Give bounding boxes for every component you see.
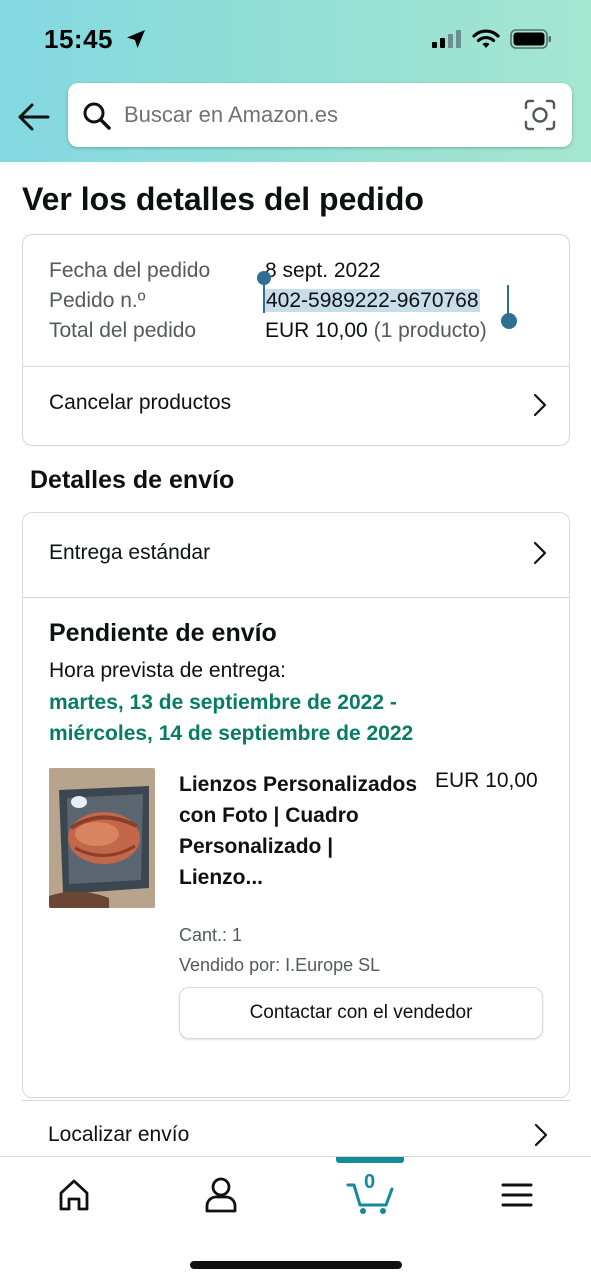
chevron-right-icon <box>533 541 547 565</box>
order-date-label: Fecha del pedido <box>49 259 211 282</box>
camera-icon[interactable] <box>524 99 556 131</box>
product-seller: Vendido por: I.Europe SL <box>179 955 381 975</box>
account-icon[interactable] <box>191 1173 251 1217</box>
order-date-value: 8 sept. 2022 <box>265 259 381 282</box>
search-bar[interactable] <box>68 83 572 147</box>
cancel-products-row[interactable]: Cancelar productos <box>23 367 569 445</box>
order-total-value: EUR 10,00 (1 producto) <box>265 319 487 343</box>
status-time: 15:45 <box>44 24 113 54</box>
shipment-status: Pendiente de envío <box>49 619 277 647</box>
back-arrow-icon[interactable] <box>14 100 54 134</box>
eta-dates: martes, 13 de septiembre de 2022 - miérc… <box>49 687 549 749</box>
order-number-label: Pedido n.º <box>49 289 146 312</box>
product-title-link[interactable]: Lienzos Personalizados con Foto | Cuadro… <box>179 769 419 893</box>
eta-label: Hora prevista de entrega: <box>49 659 286 682</box>
selection-start-caret <box>263 279 265 313</box>
search-icon <box>83 102 111 130</box>
shipping-card: Entrega estándar Pendiente de envío Hora… <box>22 512 570 1098</box>
order-number-selection[interactable]: 402-5989222-9670768 <box>265 289 480 312</box>
menu-icon[interactable] <box>487 1173 547 1217</box>
bottom-nav: 0 <box>0 1156 591 1280</box>
status-bar: 15:45 <box>0 0 591 80</box>
contact-seller-button[interactable]: Contactar con el vendedor <box>179 987 543 1039</box>
battery-icon <box>510 29 551 49</box>
shipping-section-title: Detalles de envío <box>30 466 235 494</box>
eta-line-1: martes, 13 de septiembre de 2022 - <box>49 691 397 714</box>
cart-count-badge: 0 <box>364 1171 376 1193</box>
delivery-method-row[interactable]: Entrega estándar <box>23 513 569 597</box>
chevron-right-icon <box>533 393 547 417</box>
home-icon[interactable] <box>44 1173 104 1217</box>
track-shipment-label: Localizar envío <box>48 1123 190 1146</box>
order-total-items: (1 producto) <box>373 319 487 342</box>
page-title: Ver los detalles del pedido <box>22 181 424 217</box>
order-number-value[interactable]: 402-5989222-9670768 <box>265 289 480 313</box>
search-input[interactable] <box>124 83 514 147</box>
eta-line-2: miércoles, 14 de septiembre de 2022 <box>49 722 414 745</box>
order-summary-card: Fecha del pedido 8 sept. 2022 Pedido n.º… <box>22 234 570 446</box>
home-indicator[interactable] <box>190 1261 402 1269</box>
divider <box>23 597 569 598</box>
wifi-icon <box>472 29 500 48</box>
product-quantity: Cant.: 1 <box>179 925 243 945</box>
product-price: EUR 10,00 <box>435 769 538 792</box>
track-shipment-row[interactable]: Localizar envío <box>22 1100 570 1156</box>
product-image[interactable] <box>49 768 155 908</box>
signal-icon <box>432 30 461 48</box>
order-total-label: Total del pedido <box>49 319 197 342</box>
cancel-products-label: Cancelar productos <box>49 391 232 414</box>
delivery-method-label: Entrega estándar <box>49 541 211 564</box>
active-tab-indicator <box>336 1157 404 1163</box>
selection-end-handle[interactable] <box>501 313 517 329</box>
location-arrow-icon <box>127 30 145 48</box>
order-total-amount: EUR 10,00 <box>265 319 368 342</box>
chevron-right-icon <box>534 1123 548 1147</box>
